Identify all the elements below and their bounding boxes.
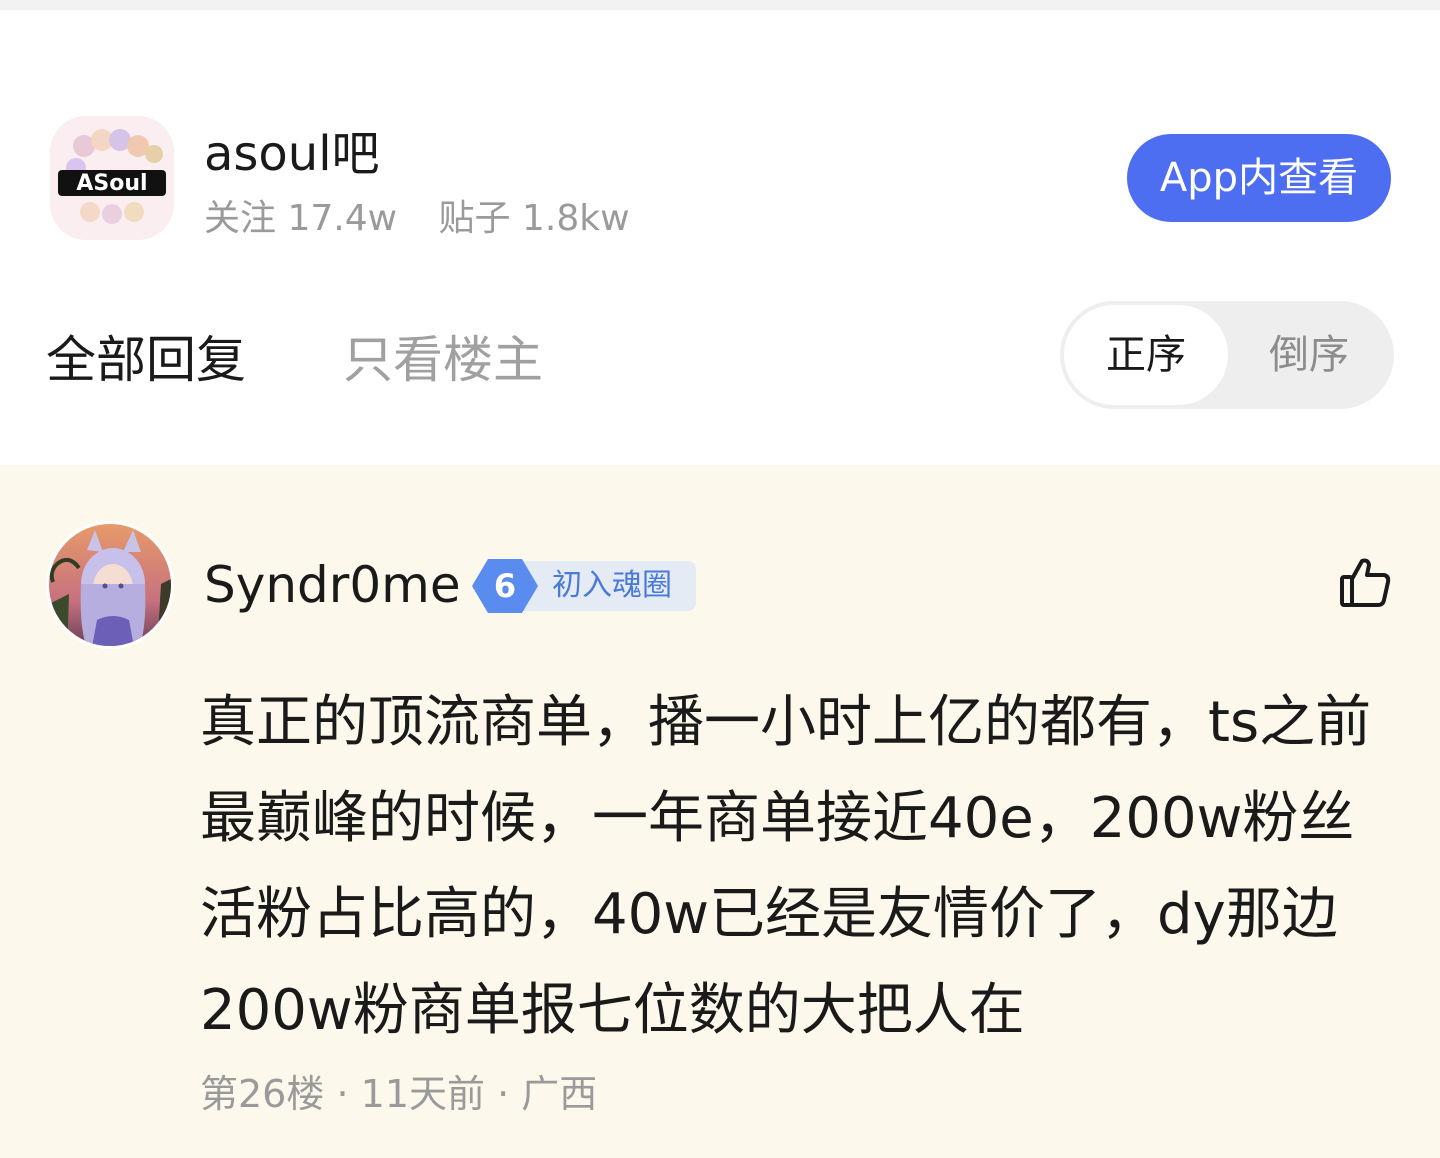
order-toggle: 正序 倒序: [1060, 301, 1394, 409]
svg-text:ASoul: ASoul: [76, 171, 147, 196]
order-descending-button[interactable]: 倒序: [1228, 305, 1390, 405]
reply-filter-bar: 全部回复 只看楼主 正序 倒序: [0, 280, 1440, 465]
reply-item: Syndr0me 初入魂圈 6 真正的顶流商单，播一小时上亿的都有，ts之前最巅…: [0, 465, 1440, 1158]
follow-count: 17.4w: [287, 198, 398, 239]
forum-logo[interactable]: ASoul: [50, 116, 174, 240]
username[interactable]: Syndr0me: [204, 553, 461, 617]
level-number: 6: [493, 567, 517, 605]
top-divider: [0, 0, 1440, 10]
tab-all-replies[interactable]: 全部回复: [46, 328, 246, 392]
forum-stats: 关注 17.4w 贴子 1.8kw: [204, 196, 630, 242]
posts-count: 1.8kw: [522, 198, 630, 239]
order-ascending-button[interactable]: 正序: [1064, 305, 1228, 405]
posts-label: 贴子: [438, 198, 511, 239]
open-in-app-button[interactable]: App内查看: [1127, 134, 1391, 222]
follow-label: 关注: [204, 198, 277, 239]
meta-separator: ·: [497, 1072, 510, 1116]
floor-number: 第26楼: [200, 1072, 325, 1116]
forum-name[interactable]: asoul吧: [204, 124, 380, 184]
forum-header: ASoul asoul吧 关注 17.4w 贴子 1.8kw App内查看: [0, 10, 1440, 280]
meta-separator: ·: [336, 1072, 349, 1116]
reply-content: 真正的顶流商单，播一小时上亿的都有，ts之前最巅峰的时候，一年商单接近40e，2…: [200, 690, 1372, 1043]
level-title: 初入魂圈: [520, 561, 696, 611]
avatar[interactable]: [46, 521, 174, 649]
reply-time: 11天前: [360, 1072, 485, 1116]
reply-meta: 第26楼 · 11天前 · 广西: [200, 1069, 597, 1119]
tab-op-only[interactable]: 只看楼主: [343, 328, 543, 392]
reply-location: 广西: [521, 1072, 598, 1116]
thumbs-up-icon[interactable]: [1338, 555, 1392, 609]
